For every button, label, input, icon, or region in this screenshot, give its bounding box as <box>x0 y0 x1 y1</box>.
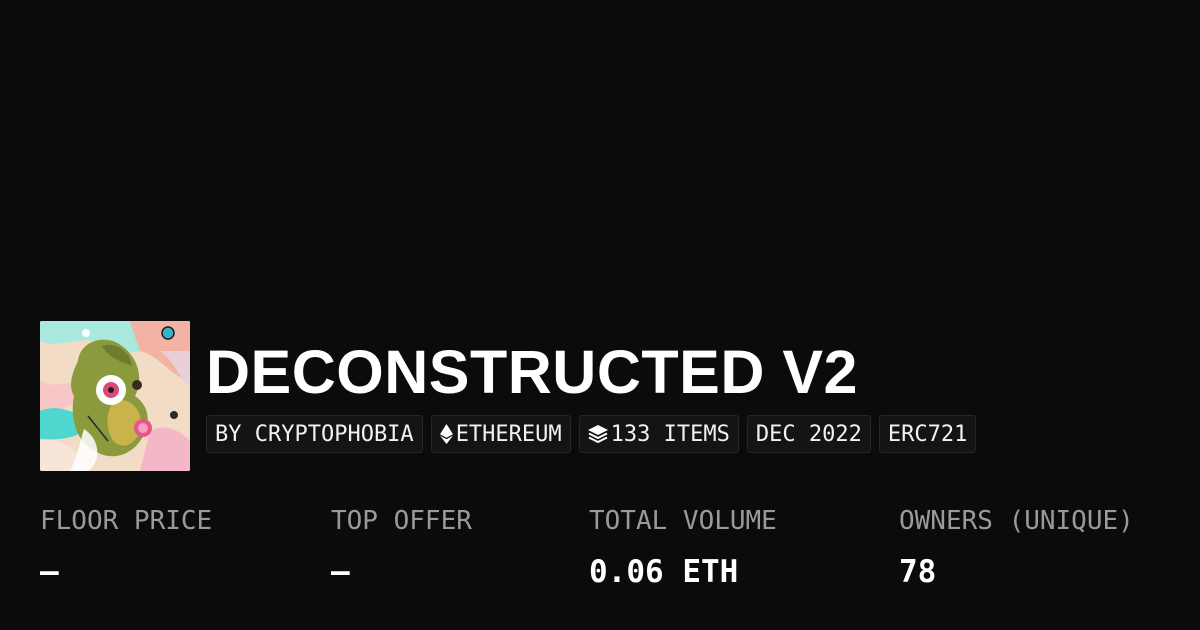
standard-label: ERC721 <box>887 421 968 447</box>
date-label: DEC 2022 <box>755 421 862 447</box>
collection-avatar <box>40 321 190 471</box>
items-tag[interactable]: 133 ITEMS <box>578 415 739 453</box>
floor-price-label: FLOOR PRICE <box>40 506 213 536</box>
top-offer-stat: TOP OFFER – <box>331 505 472 589</box>
owners-label: OWNERS (UNIQUE) <box>899 506 1134 536</box>
owners-stat: OWNERS (UNIQUE) 78 <box>899 505 1134 589</box>
collection-title: DECONSTRUCTED V2 <box>206 338 858 406</box>
floor-price-value: – <box>40 554 59 590</box>
chain-tag[interactable]: ETHEREUM <box>430 415 571 453</box>
date-tag: DEC 2022 <box>746 415 871 453</box>
creator-tag[interactable]: BY CRYPTOPHOBIA <box>206 415 423 453</box>
owners-value: 78 <box>899 554 937 590</box>
top-offer-value: – <box>331 554 350 590</box>
collection-artwork-icon <box>40 321 190 471</box>
creator-label: BY CRYPTOPHOBIA <box>215 421 414 447</box>
standard-tag: ERC721 <box>878 415 977 453</box>
layers-icon <box>587 425 608 443</box>
collection-tags: BY CRYPTOPHOBIA ETHEREUM 133 ITEMS DEC 2… <box>206 415 977 453</box>
total-volume-label: TOTAL VOLUME <box>589 506 777 536</box>
top-offer-label: TOP OFFER <box>331 506 472 536</box>
collection-info: DECONSTRUCTED V2 BY CRYPTOPHOBIA ETHEREU… <box>206 321 977 453</box>
collection-card: DECONSTRUCTED V2 BY CRYPTOPHOBIA ETHEREU… <box>0 0 1200 630</box>
ethereum-icon <box>439 424 453 444</box>
collection-header: DECONSTRUCTED V2 BY CRYPTOPHOBIA ETHEREU… <box>40 321 977 471</box>
items-label: 133 ITEMS <box>610 421 730 447</box>
total-volume-stat: TOTAL VOLUME 0.06 ETH <box>589 505 777 589</box>
total-volume-value: 0.06 ETH <box>589 554 739 590</box>
floor-price-stat: FLOOR PRICE – <box>40 505 212 589</box>
chain-label: ETHEREUM <box>455 421 562 447</box>
